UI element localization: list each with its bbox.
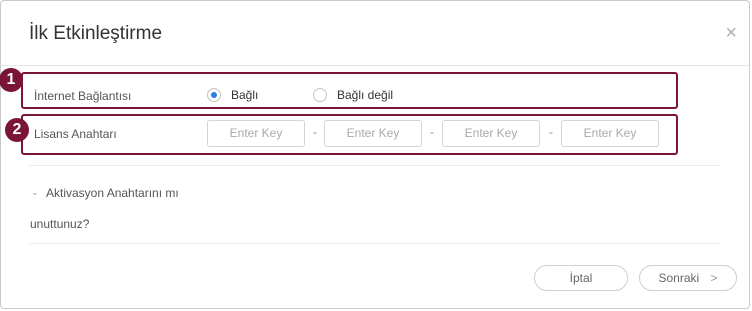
key-separator: - (549, 125, 553, 139)
forgot-key-link-continued[interactable]: unuttunuz? (30, 217, 89, 231)
radio-not-connected-label: Bağlı değil (337, 88, 394, 102)
radio-connected-label: Bağlı (231, 88, 259, 102)
cancel-button[interactable]: İptal (534, 265, 628, 291)
internet-connection-label: İnternet Bağlantısı (34, 89, 132, 103)
chevron-down-icon[interactable]: ⌄ (31, 187, 39, 198)
section-divider (29, 165, 721, 166)
next-button[interactable]: Sonraki > (639, 265, 737, 291)
footer-divider (29, 243, 721, 244)
radio-not-connected[interactable]: Bağlı değil (313, 88, 393, 102)
license-key-input-3[interactable]: Enter Key (442, 120, 540, 147)
step-badge-1: 1 (0, 68, 23, 92)
step-badge-2: 2 (5, 118, 29, 142)
license-key-label: Lisans Anahtarı (34, 127, 117, 141)
radio-selected-icon (207, 88, 221, 102)
key-separator: - (313, 125, 317, 139)
radio-unselected-icon (313, 88, 327, 102)
forgot-key-link[interactable]: Aktivasyon Anahtarını mı (46, 186, 179, 200)
next-button-label: Sonraki (658, 271, 700, 285)
activation-dialog: İlk Etkinleştirme × İnternet Bağlantısı … (0, 0, 750, 309)
license-key-input-1[interactable]: Enter Key (207, 120, 305, 147)
chevron-right-icon: > (710, 271, 718, 285)
key-separator: - (430, 125, 434, 139)
header-divider (1, 65, 749, 66)
dialog-title: İlk Etkinleştirme (29, 23, 163, 44)
close-icon[interactable]: × (725, 23, 737, 43)
radio-connected[interactable]: Bağlı (207, 88, 258, 102)
license-key-input-2[interactable]: Enter Key (324, 120, 422, 147)
license-key-input-4[interactable]: Enter Key (561, 120, 659, 147)
